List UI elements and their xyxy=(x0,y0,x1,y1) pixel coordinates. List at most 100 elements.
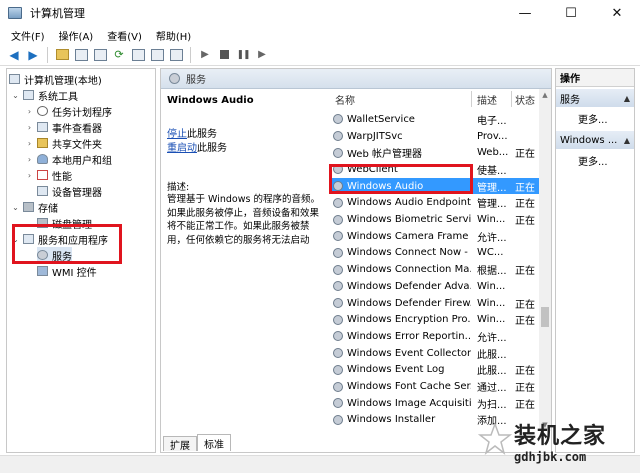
start-service-icon[interactable]: ▶ xyxy=(197,47,213,63)
services-pane: 服务 Windows Audio 停止此服务 重启动此服务 描述: 管理基于 W… xyxy=(160,68,552,453)
highlight-box-services-tree xyxy=(12,224,122,264)
forward-arrow-icon[interactable]: ▶ xyxy=(25,47,41,63)
service-description: Win... xyxy=(477,280,506,292)
table-row[interactable]: Web 帐户管理器 Web... 正在 xyxy=(329,144,541,161)
pause-service-icon[interactable]: ❚❚ xyxy=(235,47,251,63)
menu-file[interactable]: 文件(F) xyxy=(4,28,52,43)
service-name: Windows Connection Ma... xyxy=(347,264,471,276)
column-divider[interactable] xyxy=(471,91,472,107)
column-header-description[interactable]: 描述 xyxy=(477,89,497,109)
selected-service-name: Windows Audio xyxy=(167,95,254,106)
service-name: Windows Event Log xyxy=(347,364,445,376)
table-row[interactable]: WarpJITSvc Prov... xyxy=(329,128,541,145)
description-label: 描述: xyxy=(167,182,190,193)
table-row[interactable]: Windows Image Acquisiti... 为扫... 正在 xyxy=(329,395,541,412)
service-description: 为扫... xyxy=(477,399,507,411)
tree-item-root[interactable]: 计算机管理(本地) xyxy=(9,71,102,87)
chevron-right-icon[interactable]: › xyxy=(25,139,34,148)
help-icon[interactable] xyxy=(149,47,165,63)
window-controls: — ☐ ✕ xyxy=(502,0,640,26)
actions-group-selected-service[interactable]: Windows ... ▲ xyxy=(556,131,634,149)
watermark-text: 装机之家 xyxy=(514,423,607,449)
tab-standard[interactable]: 标准 xyxy=(197,434,231,451)
chevron-down-icon[interactable]: ⌄ xyxy=(11,91,20,100)
scroll-up-icon[interactable]: ▲ xyxy=(539,89,551,101)
highlight-box-windows-audio xyxy=(329,164,473,194)
tab-extended[interactable]: 扩展 xyxy=(163,436,197,452)
service-status: 正在 xyxy=(515,383,535,395)
performance-icon xyxy=(37,170,48,180)
gear-icon xyxy=(169,73,180,84)
tree-item-event-viewer[interactable]: › 事件查看器 xyxy=(25,119,102,135)
more-actions-link[interactable]: 更多... xyxy=(578,111,608,126)
close-button[interactable]: ✕ xyxy=(594,0,640,26)
more-actions-link[interactable]: 更多... xyxy=(578,153,608,168)
table-row[interactable]: Windows Connection Ma... 根据... 正在 xyxy=(329,261,541,278)
service-description: 允许... xyxy=(477,232,507,244)
export-list-icon[interactable] xyxy=(130,47,146,63)
service-gear-icon xyxy=(333,131,343,142)
column-header-status[interactable]: 状态 xyxy=(515,89,535,109)
service-description: 通过... xyxy=(477,383,507,395)
service-status: 正在 xyxy=(515,266,535,278)
column-divider[interactable] xyxy=(511,91,512,107)
table-row[interactable]: Windows Event Log 此服... 正在 xyxy=(329,362,541,379)
table-row[interactable]: Windows Encryption Pro... Win... 正在 xyxy=(329,311,541,328)
table-row[interactable]: Windows Font Cache Ser... 通过... 正在 xyxy=(329,378,541,395)
show-hide-tree-icon[interactable] xyxy=(73,47,89,63)
table-row[interactable]: Windows Defender Adva... Win... xyxy=(329,278,541,295)
show-action-pane-icon[interactable] xyxy=(168,47,184,63)
service-description: 此服... xyxy=(477,366,507,378)
maximize-button[interactable]: ☐ xyxy=(548,0,594,26)
service-name: Windows Defender Firew... xyxy=(347,297,471,309)
description-text: 管理基于 Windows 的程序的音频。如果此服务被停止，音频设备和效果将不能正… xyxy=(167,194,320,246)
menu-bar: 文件(F) 操作(A) 查看(V) 帮助(H) xyxy=(0,26,640,44)
back-arrow-icon[interactable]: ◀ xyxy=(6,47,22,63)
menu-help[interactable]: 帮助(H) xyxy=(149,28,198,43)
table-row[interactable]: Windows Defender Firew... Win... 正在 xyxy=(329,295,541,312)
tree-item-performance[interactable]: › 性能 xyxy=(25,167,72,183)
table-row[interactable]: Windows Audio Endpoint... 管理... 正在 xyxy=(329,195,541,212)
menu-view[interactable]: 查看(V) xyxy=(100,28,149,43)
menu-action[interactable]: 操作(A) xyxy=(52,28,101,43)
actions-group-services[interactable]: 服务 ▲ xyxy=(556,89,634,107)
tree-item-task-scheduler[interactable]: › 任务计划程序 xyxy=(25,103,112,119)
collapse-up-icon[interactable]: ▲ xyxy=(624,136,630,145)
service-gear-icon xyxy=(333,314,343,325)
stop-service-icon[interactable] xyxy=(216,47,232,63)
chevron-right-icon[interactable]: › xyxy=(25,171,34,180)
tree-item-local-users[interactable]: › 本地用户和组 xyxy=(25,151,112,167)
table-row[interactable]: WalletService 电子... xyxy=(329,111,541,128)
chevron-right-icon[interactable]: › xyxy=(25,155,34,164)
table-row[interactable]: Windows Connect Now - ... WC... xyxy=(329,245,541,262)
vertical-scrollbar[interactable]: ▲ ▼ xyxy=(539,89,551,431)
tree-item-wmi[interactable]: WMI 控件 xyxy=(37,263,97,279)
tree-item-device-manager[interactable]: 设备管理器 xyxy=(37,183,102,199)
title-bar: 计算机管理 — ☐ ✕ xyxy=(0,0,640,26)
restart-service-icon[interactable]: ▶ xyxy=(254,47,270,63)
tree-item-shared-folders[interactable]: › 共享文件夹 xyxy=(25,135,102,151)
table-row[interactable]: Windows Biometric Servi... Win... 正在 xyxy=(329,211,541,228)
service-name: WarpJITSvc xyxy=(347,130,403,142)
users-icon xyxy=(37,154,48,164)
scroll-thumb[interactable] xyxy=(541,307,549,327)
properties-icon[interactable] xyxy=(92,47,108,63)
watermark-url: gdhjbk.com xyxy=(514,450,587,464)
tree-item-storage[interactable]: ⌄ 存储 xyxy=(11,199,58,215)
chevron-right-icon[interactable]: › xyxy=(25,123,34,132)
minimize-button[interactable]: — xyxy=(502,0,548,26)
storage-icon xyxy=(23,202,34,212)
table-row[interactable]: Windows Event Collector 此服... xyxy=(329,345,541,362)
chevron-right-icon[interactable]: › xyxy=(25,107,34,116)
shared-folder-icon xyxy=(37,138,48,148)
chevron-down-icon[interactable]: ⌄ xyxy=(11,203,20,212)
computer-management-icon xyxy=(8,7,22,19)
restart-service-link[interactable]: 重启动 xyxy=(167,143,197,154)
table-row[interactable]: Windows Error Reportin... 允许... xyxy=(329,328,541,345)
column-header-name[interactable]: 名称 xyxy=(335,89,355,109)
collapse-up-icon[interactable]: ▲ xyxy=(624,94,630,103)
refresh-icon[interactable]: ⟳ xyxy=(111,47,127,63)
table-row[interactable]: Windows Camera Frame ... 允许... xyxy=(329,228,541,245)
tree-item-system-tools[interactable]: ⌄ 系统工具 xyxy=(11,87,78,103)
up-folder-icon[interactable] xyxy=(54,47,70,63)
